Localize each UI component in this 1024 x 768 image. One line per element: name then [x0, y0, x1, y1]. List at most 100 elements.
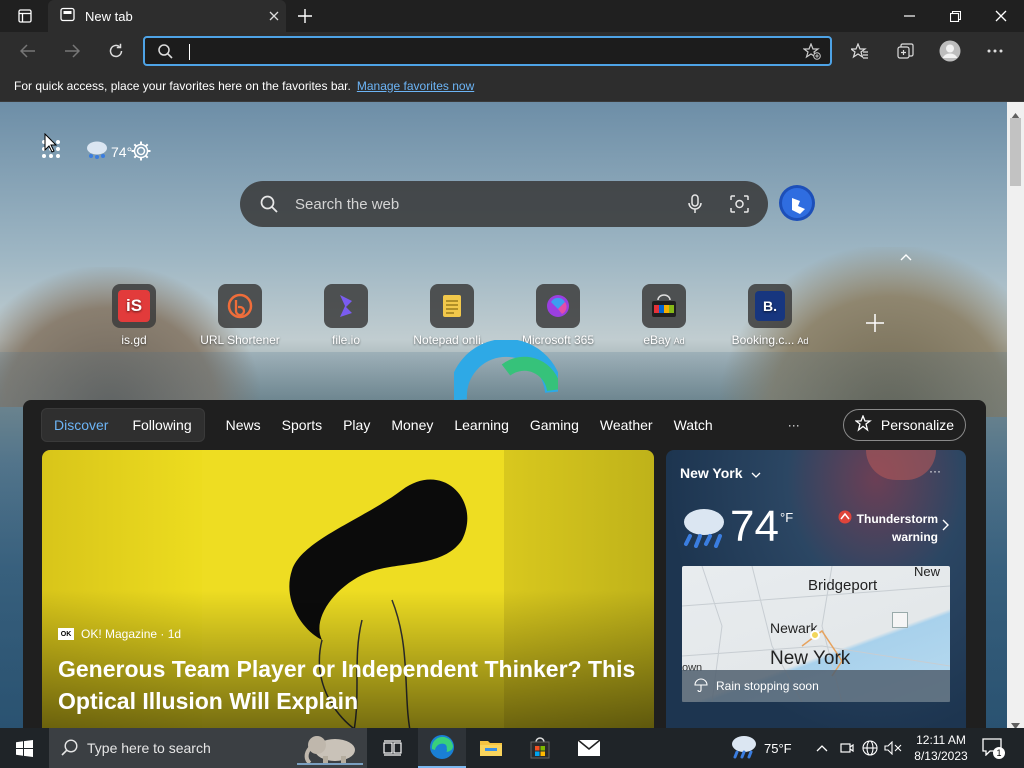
- booking-logo-mark: B.: [755, 291, 785, 321]
- warning-line2: warning: [891, 530, 938, 544]
- weather-unit: °F: [780, 510, 794, 525]
- category-sports[interactable]: Sports: [282, 417, 322, 433]
- personalize-icon: [853, 413, 873, 436]
- map-label-new: New: [914, 566, 941, 579]
- quick-link-booking[interactable]: B. Booking.c... Ad: [720, 284, 820, 347]
- back-icon[interactable]: [14, 37, 42, 65]
- weather-more-button[interactable]: ···: [929, 464, 941, 478]
- tab-discover[interactable]: Discover: [54, 417, 108, 433]
- weather-badge[interactable]: 74°: [85, 140, 132, 163]
- quick-link-notepad[interactable]: Notepad onli...: [402, 284, 502, 347]
- category-watch[interactable]: Watch: [674, 417, 713, 433]
- news-feed: Discover Following News Sports Play Mone…: [23, 400, 986, 728]
- ad-badge: Ad: [673, 336, 685, 346]
- favorites-icon[interactable]: [846, 37, 874, 65]
- tab-page-icon: [60, 7, 75, 25]
- new-tab-page: 74° Search the web iS is.gd URL Shortene…: [0, 102, 1007, 728]
- chevron-right-icon[interactable]: [942, 518, 949, 536]
- story-source-text: OK! Magazine · 1d: [81, 627, 182, 641]
- location-pin-icon: [810, 630, 820, 640]
- new-tab-icon[interactable]: [282, 0, 328, 32]
- category-news[interactable]: News: [226, 417, 261, 433]
- volume-muted-icon[interactable]: [884, 728, 902, 768]
- show-hidden-icons-chevron[interactable]: [816, 728, 828, 768]
- profile-avatar[interactable]: [936, 37, 964, 65]
- restore-button[interactable]: [932, 0, 978, 32]
- quick-link-ebay[interactable]: eBay Ad: [614, 284, 714, 347]
- web-search-placeholder: Search the web: [295, 195, 400, 213]
- taskbar-weather[interactable]: 75°F: [730, 728, 792, 768]
- tab-title: New tab: [85, 8, 133, 24]
- weather-card[interactable]: New York ··· 74 °F Thunderstorm warning …: [666, 450, 966, 728]
- category-gaming[interactable]: Gaming: [530, 417, 579, 433]
- url-shortener-logo-icon: [218, 284, 262, 328]
- file-explorer-icon[interactable]: [467, 728, 515, 768]
- category-learning[interactable]: Learning: [454, 417, 509, 433]
- collections-icon[interactable]: [891, 37, 919, 65]
- notification-count-badge: 1: [993, 747, 1005, 759]
- start-button[interactable]: [0, 728, 48, 768]
- quick-link-label: is.gd: [121, 333, 147, 347]
- quick-link-fileio[interactable]: file.io: [296, 284, 396, 347]
- visual-search-icon[interactable]: [730, 195, 749, 217]
- weather-forecast-bar[interactable]: Rain stopping soon: [682, 670, 950, 702]
- category-money[interactable]: Money: [391, 417, 433, 433]
- favorites-bar: For quick access, place your favorites h…: [0, 70, 1024, 102]
- story-headline[interactable]: Generous Team Player or Independent Thin…: [58, 653, 648, 717]
- search-icon: [158, 44, 173, 64]
- text-cursor: [189, 44, 190, 60]
- page-scrollbar[interactable]: [1007, 102, 1024, 729]
- network-globe-icon[interactable]: [862, 728, 878, 768]
- ok-magazine-logo: OK: [58, 628, 74, 640]
- notifications-button[interactable]: 1: [982, 728, 1005, 768]
- minimize-button[interactable]: [886, 0, 932, 32]
- isgd-logo-icon: iS: [112, 284, 156, 328]
- personalize-button[interactable]: Personalize: [843, 409, 966, 441]
- category-play[interactable]: Play: [343, 417, 370, 433]
- tab-following[interactable]: Following: [132, 417, 191, 433]
- categories-more-button[interactable]: ···: [788, 418, 800, 432]
- address-bar[interactable]: [143, 36, 832, 66]
- web-search-box[interactable]: Search the web: [240, 181, 768, 227]
- tab-actions-icon[interactable]: [2, 0, 48, 32]
- thunderstorm-warning[interactable]: Thunderstorm warning: [838, 510, 938, 546]
- clock[interactable]: 12:11 AM 8/13/2023: [908, 728, 974, 768]
- fileio-logo-icon: [324, 284, 368, 328]
- broken-image-icon: [892, 612, 908, 628]
- weather-location[interactable]: New York: [680, 465, 761, 481]
- taskbar-search-box[interactable]: Type here to search: [49, 728, 367, 768]
- edge-taskbar-icon[interactable]: [418, 728, 466, 768]
- tab-new-tab[interactable]: New tab: [48, 0, 286, 32]
- meet-now-icon[interactable]: [840, 728, 854, 768]
- category-weather[interactable]: Weather: [600, 417, 653, 433]
- quick-link-isgd[interactable]: iS is.gd: [84, 284, 184, 347]
- add-favorite-icon[interactable]: [802, 42, 821, 65]
- microsoft-store-icon[interactable]: [516, 728, 564, 768]
- address-input[interactable]: [185, 42, 785, 62]
- quick-link-microsoft365[interactable]: Microsoft 365: [508, 284, 608, 347]
- settings-more-icon[interactable]: [981, 37, 1009, 65]
- weather-badge-temp: 74°: [111, 143, 133, 160]
- add-quick-link-icon[interactable]: [866, 314, 884, 337]
- umbrella-icon: [694, 677, 708, 695]
- manage-favorites-link[interactable]: Manage favorites now: [357, 79, 474, 93]
- task-view-button[interactable]: [368, 728, 416, 768]
- quick-link-label: file.io: [331, 333, 360, 347]
- notepad-logo-icon: [430, 284, 474, 328]
- scrollbar-thumb[interactable]: [1010, 118, 1021, 186]
- story-card[interactable]: OK OK! Magazine · 1d Generous Team Playe…: [42, 450, 654, 728]
- mail-icon[interactable]: [565, 728, 613, 768]
- microphone-icon[interactable]: [688, 194, 702, 218]
- rain-cloud-icon: [85, 140, 109, 163]
- map-label-bridgeport: Bridgeport: [808, 577, 878, 594]
- search-icon: [61, 739, 78, 759]
- collapse-chevron-icon[interactable]: [900, 248, 912, 266]
- quick-link-url-shortener[interactable]: URL Shortener: [190, 284, 290, 347]
- close-window-button[interactable]: [978, 0, 1024, 32]
- quick-link-label: eBay: [643, 333, 671, 347]
- taskbar-weather-temp: 75°F: [764, 740, 792, 756]
- page-settings-gear-icon[interactable]: [130, 140, 152, 167]
- bing-chat-icon[interactable]: [778, 184, 816, 227]
- refresh-icon[interactable]: [102, 37, 130, 65]
- forward-icon[interactable]: [58, 37, 86, 65]
